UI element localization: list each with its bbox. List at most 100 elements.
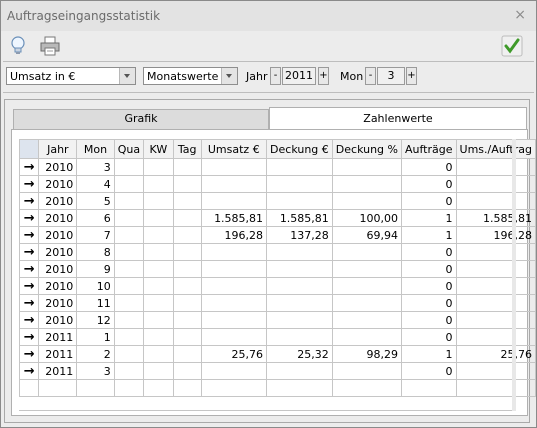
cell-deckung-eur[interactable]: 1.585,81	[266, 209, 333, 227]
vertical-scrollbar[interactable]	[512, 139, 516, 411]
lightbulb-icon[interactable]	[7, 35, 29, 57]
cell-tag[interactable]	[172, 311, 202, 329]
cell-jahr[interactable]: 2010	[38, 311, 78, 329]
table-row[interactable]: → 2011 1 0	[18, 328, 537, 346]
table-row[interactable]: → 2010 5 0	[18, 192, 537, 210]
printer-icon[interactable]	[39, 35, 61, 57]
period-select[interactable]: Monatswerte	[143, 67, 238, 85]
table-row[interactable]: → 2010 6 1.585,81 1.585,81 100,00 1 1.585,81	[18, 209, 537, 227]
cell-kw[interactable]	[143, 345, 174, 363]
cell-kw[interactable]	[143, 311, 174, 329]
cell-qua[interactable]	[113, 260, 145, 278]
row-arrow-icon[interactable]: →	[18, 175, 40, 193]
cell-umsatz[interactable]: 1.585,81	[200, 209, 268, 227]
cell-kw[interactable]	[143, 260, 174, 278]
cell-tag[interactable]	[172, 209, 202, 227]
cell-jahr[interactable]: 2011	[38, 328, 78, 346]
cell-deckung-pct[interactable]	[331, 243, 403, 261]
empty-cell[interactable]	[331, 379, 403, 397]
cell-ums-auftrag[interactable]	[455, 362, 537, 380]
cell-deckung-pct[interactable]	[331, 277, 403, 295]
cell-jahr[interactable]: 2010	[38, 226, 78, 244]
column-header-ums-auftrag[interactable]: Ums./Auftrag	[455, 139, 537, 159]
cell-qua[interactable]	[113, 294, 145, 312]
cell-kw[interactable]	[143, 328, 174, 346]
empty-cell[interactable]	[113, 379, 145, 397]
cell-auftraege[interactable]: 0	[401, 192, 457, 210]
table-row[interactable]: → 2010 9 0	[18, 260, 537, 278]
cell-deckung-eur[interactable]	[266, 311, 333, 329]
cell-tag[interactable]	[172, 328, 202, 346]
cell-deckung-pct[interactable]: 69,94	[331, 226, 403, 244]
cell-auftraege[interactable]: 0	[401, 362, 457, 380]
row-arrow-icon[interactable]: →	[18, 311, 40, 329]
cell-auftraege[interactable]: 0	[401, 277, 457, 295]
cell-deckung-pct[interactable]	[331, 294, 403, 312]
row-arrow-icon[interactable]: →	[18, 226, 40, 244]
cell-ums-auftrag[interactable]	[455, 158, 537, 176]
empty-cell[interactable]	[143, 379, 174, 397]
column-header-deckung-pct[interactable]: Deckung %	[331, 139, 403, 159]
tab-zahlenwerte[interactable]: Zahlenwerte	[269, 107, 527, 131]
cell-qua[interactable]	[113, 243, 145, 261]
cell-tag[interactable]	[172, 362, 202, 380]
row-arrow-icon[interactable]: →	[18, 294, 40, 312]
row-arrow-icon[interactable]: →	[18, 328, 40, 346]
cell-mon[interactable]: 10	[76, 277, 115, 295]
cell-ums-auftrag[interactable]	[455, 192, 537, 210]
cell-ums-auftrag[interactable]: 196,28	[455, 226, 537, 244]
cell-mon[interactable]: 7	[76, 226, 115, 244]
cell-jahr[interactable]: 2011	[38, 345, 78, 363]
cell-umsatz[interactable]	[200, 260, 268, 278]
cell-mon[interactable]: 2	[76, 345, 115, 363]
cell-jahr[interactable]: 2010	[38, 192, 78, 210]
cell-deckung-pct[interactable]	[331, 192, 403, 210]
checkmark-icon[interactable]	[501, 35, 523, 57]
table-row[interactable]: → 2011 2 25,76 25,32 98,29 1 25,76	[18, 345, 537, 363]
cell-umsatz[interactable]	[200, 192, 268, 210]
column-header-kw[interactable]: KW	[143, 139, 174, 159]
row-arrow-icon[interactable]: →	[18, 277, 40, 295]
cell-qua[interactable]	[113, 311, 145, 329]
column-header-deckung-eur[interactable]: Deckung €	[266, 139, 333, 159]
measure-select[interactable]: Umsatz in €	[6, 67, 136, 85]
cell-umsatz[interactable]	[200, 294, 268, 312]
table-row[interactable]: → 2010 3 0	[18, 158, 537, 176]
cell-umsatz[interactable]	[200, 175, 268, 193]
cell-tag[interactable]	[172, 277, 202, 295]
cell-deckung-pct[interactable]	[331, 328, 403, 346]
row-arrow-icon[interactable]: →	[18, 243, 40, 261]
empty-cell[interactable]	[200, 379, 268, 397]
cell-ums-auftrag[interactable]	[455, 294, 537, 312]
row-arrow-icon[interactable]: →	[18, 209, 40, 227]
table-empty-row[interactable]	[18, 379, 537, 397]
tab-grafik[interactable]: Grafik	[13, 109, 269, 129]
column-header-mon[interactable]: Mon	[76, 139, 115, 159]
column-header-auftraege[interactable]: Aufträge	[401, 139, 457, 159]
cell-kw[interactable]	[143, 158, 174, 176]
cell-ums-auftrag[interactable]	[455, 243, 537, 261]
cell-auftraege[interactable]: 1	[401, 209, 457, 227]
close-icon[interactable]: ×	[514, 7, 526, 23]
cell-umsatz[interactable]	[200, 277, 268, 295]
cell-qua[interactable]	[113, 277, 145, 295]
cell-mon[interactable]: 6	[76, 209, 115, 227]
table-row[interactable]: → 2010 12 0	[18, 311, 537, 329]
cell-mon[interactable]: 11	[76, 294, 115, 312]
row-arrow-icon[interactable]: →	[18, 158, 40, 176]
empty-cell[interactable]	[455, 379, 537, 397]
cell-tag[interactable]	[172, 345, 202, 363]
cell-deckung-eur[interactable]: 25,32	[266, 345, 333, 363]
cell-ums-auftrag[interactable]	[455, 260, 537, 278]
cell-mon[interactable]: 8	[76, 243, 115, 261]
cell-tag[interactable]	[172, 192, 202, 210]
column-header-qua[interactable]: Qua	[113, 139, 145, 159]
mon-value[interactable]: 3	[377, 67, 405, 85]
cell-jahr[interactable]: 2010	[38, 260, 78, 278]
cell-deckung-pct[interactable]	[331, 311, 403, 329]
cell-qua[interactable]	[113, 328, 145, 346]
cell-deckung-eur[interactable]	[266, 277, 333, 295]
cell-auftraege[interactable]: 0	[401, 158, 457, 176]
cell-jahr[interactable]: 2010	[38, 243, 78, 261]
row-arrow-icon[interactable]: →	[18, 260, 40, 278]
